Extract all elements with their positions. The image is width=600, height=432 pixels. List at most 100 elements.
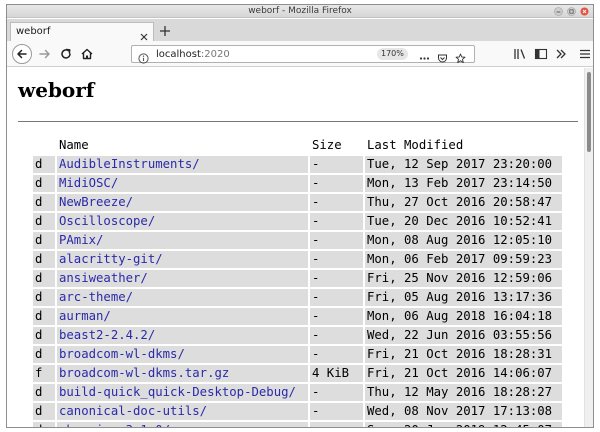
entry-type: d [33, 251, 55, 268]
bookmark-star-icon[interactable] [455, 49, 466, 64]
directory-listing-table: Name Size Last Modified d AudibleInstrume… [31, 134, 564, 427]
entry-size: - [310, 194, 363, 211]
entry-size: - [310, 213, 363, 230]
column-size: Size [312, 138, 342, 152]
url-bar[interactable]: localhost:2020 170% [131, 45, 475, 64]
entry-type: d [33, 327, 55, 344]
pocket-icon[interactable] [437, 49, 448, 63]
url-text[interactable]: localhost:2020 [156, 47, 230, 62]
close-icon[interactable] [580, 7, 589, 16]
reload-icon[interactable] [56, 44, 76, 64]
entry-type: d [33, 156, 55, 173]
minimize-icon[interactable] [554, 7, 563, 16]
page-scrollbar[interactable] [584, 68, 593, 427]
entry-link[interactable]: NewBreeze/ [59, 195, 133, 209]
tab-weborf[interactable]: weborf [10, 22, 154, 41]
maximize-icon[interactable] [567, 7, 576, 16]
entry-modified: Mon, 06 Feb 2017 09:59:23 [365, 251, 562, 268]
entry-name: alacritty-git/ [57, 251, 308, 268]
table-row: d beast2-2.4.2/ - Wed, 22 Jun 2016 03:55:56 [33, 327, 562, 344]
hamburger-menu-icon[interactable] [575, 44, 593, 64]
entry-link[interactable]: chromium-3.1.0/ [59, 423, 170, 427]
url-host: localhost [156, 49, 201, 60]
entry-size: 4 KiB [310, 365, 363, 382]
table-row: d canonical-doc-utils/ - Wed, 08 Nov 2017 1… [33, 403, 562, 420]
entry-link[interactable]: build-quick_quick-Desktop-Debug/ [59, 385, 296, 399]
entry-type: d [33, 194, 55, 211]
back-arrow-icon[interactable] [12, 44, 32, 64]
home-icon[interactable] [77, 44, 97, 64]
scrollbar-thumb[interactable] [587, 72, 591, 152]
entry-type: d [33, 270, 55, 287]
entry-link[interactable]: canonical-doc-utils/ [59, 404, 207, 418]
table-row: d chromium-3.1.0/ -Sun, 20 Jan 2019 12:45:… [33, 422, 562, 427]
sidebar-icon[interactable] [531, 44, 551, 64]
entry-name: PAmix/ [57, 232, 308, 249]
entry-name: Oscilloscope/ [57, 213, 308, 230]
entry-link[interactable]: arc-theme/ [59, 290, 133, 304]
entry-name: broadcom-wl-dkms/ [57, 346, 308, 363]
navigation-toolbar: localhost:2020 170% [7, 41, 593, 67]
table-row: d MidiOSC/ - Mon, 13 Feb 2017 23:14:50 [33, 175, 562, 192]
entry-modified: Mon, 13 Feb 2017 23:14:50 [365, 175, 562, 192]
entry-name: NewBreeze/ [57, 194, 308, 211]
entry-size: - [310, 270, 363, 287]
table-row: d Oscilloscope/ - Tue, 20 Dec 2016 10:52:41 [33, 213, 562, 230]
library-icon[interactable] [510, 44, 530, 64]
table-row: d PAmix/ - Mon, 08 Aug 2016 12:05:10 [33, 232, 562, 249]
url-port: :2020 [200, 49, 230, 60]
entry-modified: Fri, 21 Oct 2016 18:28:31 [365, 346, 562, 363]
window-title: weborf - Mozilla Firefox [248, 6, 352, 16]
entry-name: ansiweather/ [57, 270, 308, 287]
entry-link[interactable]: broadcom-wl-dkms.tar.gz [59, 366, 229, 380]
entry-size: - [310, 251, 363, 268]
entry-name: beast2-2.4.2/ [57, 327, 308, 344]
entry-modified: Wed, 22 Jun 2016 03:55:56 [365, 327, 562, 344]
entry-size: - [310, 308, 363, 325]
entry-link[interactable]: PAmix/ [59, 233, 103, 247]
entry-link[interactable]: alacritty-git/ [59, 252, 163, 266]
page-actions-icon[interactable] [419, 49, 430, 60]
entry-size: - [310, 403, 363, 420]
column-last-modified: Last Modified [367, 138, 464, 152]
entry-link[interactable]: MidiOSC/ [59, 176, 118, 190]
table-row: d AudibleInstruments/ - Tue, 12 Sep 2017 23… [33, 156, 562, 173]
table-row: d broadcom-wl-dkms/ - Fri, 21 Oct 2016 18:2… [33, 346, 562, 363]
entry-name: build-quick_quick-Desktop-Debug/ [57, 384, 308, 401]
table-row: d ansiweather/ - Fri, 25 Nov 2016 12:59:06 [33, 270, 562, 287]
table-body: d AudibleInstruments/- Tue, 12 Sep 2017 23… [33, 156, 562, 427]
forward-arrow-icon[interactable] [35, 44, 55, 64]
entry-type: d [33, 346, 55, 363]
entry-type: f [33, 365, 55, 382]
new-tab-icon[interactable] [158, 23, 172, 37]
entry-link[interactable]: Oscilloscope/ [59, 214, 155, 228]
entry-size: - [310, 232, 363, 249]
entry-modified: Wed, 08 Nov 2017 17:13:08 [365, 403, 562, 420]
entry-size: - [310, 346, 363, 363]
entry-size: - [310, 156, 363, 173]
entry-type: d [33, 213, 55, 230]
entry-modified: Tue, 12 Sep 2017 23:20:00 [365, 156, 562, 173]
entry-link[interactable]: ansiweather/ [59, 271, 148, 285]
entry-link[interactable]: beast2-2.4.2/ [59, 328, 155, 342]
entry-type: d [33, 232, 55, 249]
entry-link[interactable]: aurman/ [59, 309, 111, 323]
entry-modified: Thu, 12 May 2016 18:28:27 [365, 384, 562, 401]
entry-name: MidiOSC/ [57, 175, 308, 192]
entry-type: d [33, 422, 55, 427]
entry-modified: Mon, 06 Aug 2018 16:04:18 [365, 308, 562, 325]
zoom-indicator[interactable]: 170% [377, 48, 408, 60]
info-icon[interactable] [138, 49, 149, 64]
entry-link[interactable]: broadcom-wl-dkms/ [59, 347, 185, 361]
entry-type: d [33, 175, 55, 192]
entry-name: AudibleInstruments/ [57, 156, 308, 173]
tab-close-icon[interactable] [139, 27, 149, 41]
tab-title: weborf [16, 26, 51, 37]
entry-modified: Sun, 20 Jan 2019 12:45:07 [365, 422, 562, 427]
overflow-chevron-icon[interactable] [551, 44, 571, 64]
entry-name: canonical-doc-utils/ [57, 403, 308, 420]
entry-modified: Thu, 27 Oct 2016 20:58:47 [365, 194, 562, 211]
page-heading: weborf [18, 78, 95, 102]
table-row: d arc-theme/ - Fri, 05 Aug 2016 13:17:36 [33, 289, 562, 306]
entry-link[interactable]: AudibleInstruments/ [59, 157, 200, 171]
